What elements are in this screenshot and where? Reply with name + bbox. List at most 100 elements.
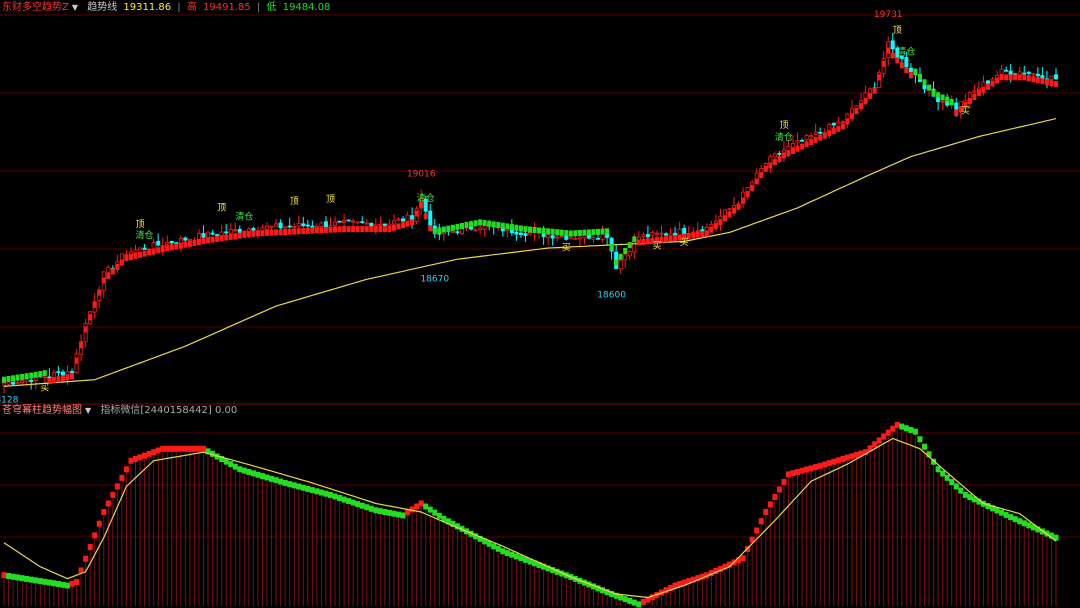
candle-body [83,323,88,343]
histogram-marker [953,483,959,490]
candle-body [378,224,383,226]
candle-body [800,139,805,142]
credit-label: 指标微信[2440158442] 0.00 [100,405,238,416]
trend-block [890,52,895,59]
histogram-marker [922,443,927,450]
histogram-marker [1026,522,1032,529]
histogram-marker [191,445,197,452]
chevron-down-icon[interactable]: ▼ [72,3,78,12]
histogram-marker [899,423,905,430]
candle-body [264,225,269,230]
candle-body [555,236,560,239]
trend-block [106,272,111,279]
candle-body [818,131,823,134]
candle-body [133,249,138,254]
histogram-marker [631,599,637,606]
histogram-marker [178,445,184,452]
main-indicator-name[interactable]: 东财多空趋势Z [2,2,69,13]
trend-block [491,221,496,228]
histogram-marker [37,578,43,585]
trend-block [936,92,941,99]
sub-indicator-name[interactable]: 苍穹幂柱趋势幅图 [2,405,82,416]
trend-block [886,47,891,54]
histogram-marker [740,555,746,562]
signal-label-top: 顶 [893,25,902,36]
histogram-marker [341,496,347,503]
histogram-marker [1017,518,1023,525]
candle-body [15,382,20,385]
trend-block [695,231,700,238]
trend-block [342,226,347,233]
trend-block [917,73,922,80]
candle-body [269,225,274,228]
trend-block [169,244,174,251]
trend-block [532,226,537,233]
trend-block [206,237,211,244]
histogram-marker [640,598,646,605]
histogram-marker [142,452,148,459]
candle-body [346,219,351,222]
signal-label-top: 顶 [217,203,226,214]
candle-body [224,231,229,234]
histogram-marker [46,579,52,586]
trend-block [800,143,805,150]
trend-block [119,259,124,266]
candle-body [351,220,356,223]
trend-block [305,227,310,234]
trend-block [396,223,401,230]
candle-body [1031,73,1036,76]
trend-block [432,228,437,235]
histogram-marker [876,437,882,444]
histogram-marker [105,500,111,507]
trend-block [827,130,832,137]
histogram-marker [359,502,365,509]
trend-block [704,230,709,237]
candle-body [396,218,401,221]
candle-body [623,254,628,261]
histogram-marker [259,473,265,480]
trend-block [151,248,156,255]
trend-block [496,222,501,229]
trend-block [124,255,129,262]
candle-body [60,371,65,376]
candle-body [772,153,777,158]
histogram-marker [903,425,909,432]
histogram-marker [940,470,946,477]
candle-body [577,237,582,240]
signal-label-buy: 买 [961,105,970,116]
trend-block [514,224,519,231]
trend-block [464,222,469,229]
trend-block [872,87,877,94]
candle-body [391,220,396,225]
signal-label-clear: 清仓 [897,46,915,58]
trend-block [1044,79,1049,86]
high-value: 19491.85 [203,2,251,13]
histogram-marker [804,466,810,473]
trend-block [673,235,678,242]
chevron-down-icon[interactable]: ▼ [85,406,91,415]
histogram-marker [332,493,338,500]
trend-block [382,226,387,233]
trend-block [1026,75,1031,82]
trend-block [1017,74,1022,81]
trend-block [546,228,551,235]
trend-block [260,230,265,237]
trend-block [323,226,328,233]
histogram-marker [772,493,778,500]
signal-label-clear: 清仓 [235,210,253,222]
trend-block [564,230,569,237]
trend-block [555,229,560,236]
trend-block [895,57,900,64]
histogram-marker [182,445,188,452]
histogram-marker [250,470,256,477]
trend-block [809,139,814,146]
histogram-marker [309,487,315,494]
histogram-marker [844,454,850,461]
trend-block [441,226,446,233]
trend-block [550,228,555,235]
trend-block [246,231,251,238]
trend-block [391,224,396,231]
histogram-marker [908,426,914,433]
histogram-marker [323,490,329,497]
trend-block [296,228,301,235]
